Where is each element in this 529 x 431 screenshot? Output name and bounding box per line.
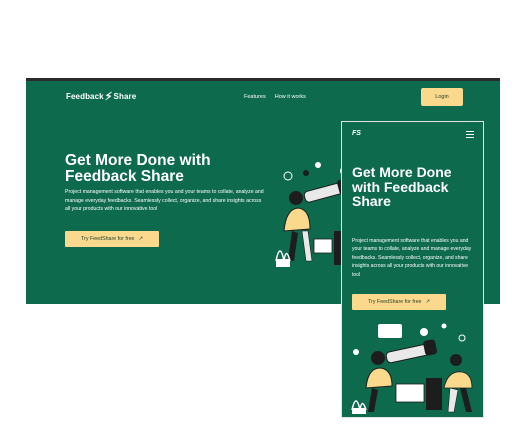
lightning-bolt-icon: ⚡︎: [104, 90, 113, 103]
mobile-cta-label: Try FeedShare for free: [368, 299, 422, 305]
mobile-hero-description: Project management software that enables…: [352, 238, 472, 278]
arrow-up-right-icon: ↗: [425, 299, 430, 305]
logo-text-left: Feedback: [66, 92, 104, 101]
hero-description: Project management software that enables…: [65, 189, 264, 212]
nav-links: Features How it works: [244, 94, 306, 100]
login-button[interactable]: Login: [421, 88, 463, 106]
desktop-navbar: Feedback ⚡︎ Share Features How it works …: [26, 81, 500, 115]
mobile-cta-button[interactable]: Try FeedShare for free ↗: [352, 294, 446, 310]
brand-logo[interactable]: Feedback ⚡︎ Share: [66, 90, 137, 103]
mobile-preview: FS Get More Done with Feedback Share Pro…: [341, 121, 484, 418]
logo-text-right: Share: [113, 92, 137, 101]
hero-title: Get More Done with Feedback Share: [65, 152, 211, 185]
cta-button[interactable]: Try FeedShare for free ↗: [65, 231, 159, 247]
mobile-hero-title: Get More Done with Feedback Share: [352, 164, 452, 209]
mobile-brand-logo[interactable]: FS: [352, 130, 361, 137]
nav-link-features[interactable]: Features: [244, 94, 266, 100]
cta-label: Try FeedShare for free: [81, 236, 135, 242]
nav-link-how-it-works[interactable]: How it works: [275, 94, 306, 100]
arrow-up-right-icon: ↗: [138, 236, 143, 242]
hamburger-menu-icon[interactable]: [466, 131, 474, 138]
mobile-hero-illustration: [351, 323, 473, 414]
